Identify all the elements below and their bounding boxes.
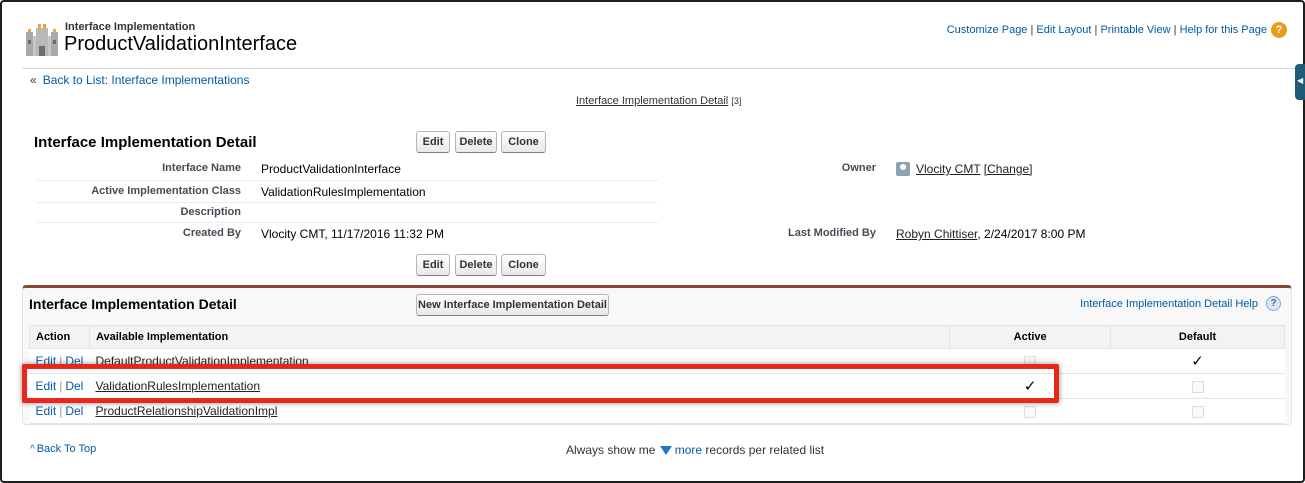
records-per-list-note: Always show me more records per related … <box>566 443 824 457</box>
column-header-action: Action <box>29 325 90 349</box>
chevron-left-icon: ◀ <box>1297 76 1304 85</box>
new-detail-button[interactable]: New Interface Implementation Detail <box>416 294 609 316</box>
header-divider <box>22 68 1295 69</box>
header-links: Customize Page | Edit Layout | Printable… <box>946 24 1267 36</box>
edit-button[interactable]: Edit <box>416 131 450 153</box>
customize-page-link[interactable]: Customize Page <box>947 24 1028 36</box>
back-to-list-link[interactable]: Back to List: Interface Implementations <box>43 73 250 87</box>
last-modified-date: , 2/24/2017 8:00 PM <box>977 227 1086 241</box>
delete-button[interactable]: Delete <box>455 131 497 153</box>
clone-button[interactable]: Clone <box>501 131 546 153</box>
triangle-down-icon[interactable] <box>659 446 672 455</box>
page-subtitle: Interface Implementation <box>65 21 196 33</box>
back-to-top-link[interactable]: ^ Back To Top <box>30 443 96 455</box>
castle-icon <box>24 22 60 58</box>
detail-section-title: Interface Implementation Detail <box>34 134 257 151</box>
user-avatar-icon <box>896 162 910 176</box>
column-header-default: Default <box>1110 325 1285 349</box>
del-row-link[interactable]: Del <box>65 404 83 418</box>
column-header-implementation: Available Implementation <box>88 325 951 349</box>
interface-name-value: ProductValidationInterface <box>261 162 401 176</box>
field-divider <box>36 202 658 203</box>
always-suffix: records per related list <box>705 443 825 457</box>
last-modified-label: Last Modified By <box>787 227 876 239</box>
printable-view-link[interactable]: Printable View <box>1100 24 1170 36</box>
active-checkbox <box>1024 405 1037 418</box>
interface-name-label: Interface Name <box>162 162 241 174</box>
owner-label: Owner <box>841 162 876 174</box>
implementation-name-link[interactable]: ProductRelationshipValidationImpl <box>95 404 277 418</box>
sidebar-toggle[interactable]: ◀ <box>1295 64 1305 100</box>
checkmark-icon: ✓ <box>1191 353 1204 370</box>
default-checkbox <box>1191 380 1204 393</box>
field-divider <box>36 180 658 181</box>
help-icon[interactable]: ? <box>1266 296 1281 311</box>
clone-button-bottom[interactable]: Clone <box>501 254 546 276</box>
related-list-help-link[interactable]: Interface Implementation Detail Help <box>1080 298 1258 310</box>
last-modified-value: Robyn Chittiser, 2/24/2017 8:00 PM <box>896 227 1085 241</box>
more-link[interactable]: more <box>675 443 702 457</box>
related-hover-label: Interface Implementation Detail <box>576 95 729 107</box>
highlight-box <box>22 364 1059 403</box>
related-list-title: Interface Implementation Detail <box>29 296 237 312</box>
edit-layout-link[interactable]: Edit Layout <box>1036 24 1091 36</box>
related-hover-count: [3] <box>731 96 742 106</box>
field-divider <box>36 222 658 223</box>
breadcrumb: « Back to List: Interface Implementations <box>30 73 249 87</box>
change-owner-link[interactable]: [Change] <box>984 162 1033 176</box>
edit-button-bottom[interactable]: Edit <box>416 254 450 276</box>
active-class-value: ValidationRulesImplementation <box>261 185 426 199</box>
page-title: ProductValidationInterface <box>64 33 298 55</box>
always-prefix: Always show me <box>566 443 656 457</box>
created-by-label: Created By <box>182 227 241 239</box>
question-mark-icon[interactable]: ? <box>1271 22 1287 38</box>
table-header-row: Action Available Implementation Active D… <box>29 325 1285 349</box>
owner-value: Vlocity CMT [Change] <box>896 162 1033 176</box>
owner-link[interactable]: Vlocity CMT <box>916 162 980 176</box>
related-list-hover-link[interactable]: Interface Implementation Detail [3] <box>576 95 741 107</box>
description-label: Description <box>180 206 241 218</box>
delete-button-bottom[interactable]: Delete <box>455 254 497 276</box>
active-class-label: Active Implementation Class <box>91 185 241 197</box>
action-separator: | <box>59 404 63 418</box>
created-by-value: Vlocity CMT, 11/17/2016 11:32 PM <box>261 227 444 241</box>
back-to-top-label: Back To Top <box>36 443 97 455</box>
breadcrumb-arrow: « <box>30 73 37 87</box>
help-page-link[interactable]: Help for this Page <box>1180 24 1267 36</box>
caret-up-icon: ^ <box>30 444 35 455</box>
edit-row-link[interactable]: Edit <box>36 404 57 418</box>
default-checkbox <box>1191 405 1204 418</box>
last-modified-user-link[interactable]: Robyn Chittiser <box>896 227 977 241</box>
column-header-active: Active <box>949 325 1112 349</box>
